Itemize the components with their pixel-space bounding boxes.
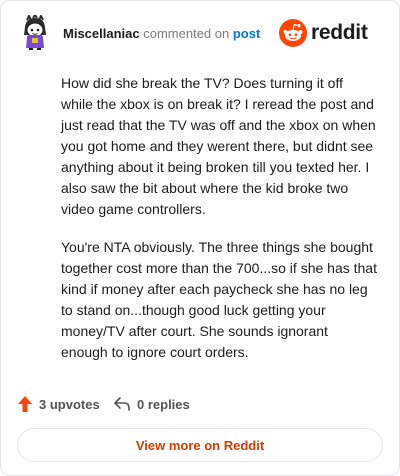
snoo-avatar-icon xyxy=(24,13,46,50)
username-link[interactable]: Miscellaniac xyxy=(63,26,140,41)
upvotes-count: 3 upvotes xyxy=(39,396,100,412)
comment-footer: 3 upvotes 0 replies xyxy=(17,393,383,415)
reddit-logo[interactable]: reddit xyxy=(279,19,383,47)
comment-body: How did she break the TV? Does turning i… xyxy=(61,73,377,380)
commented-on-text: commented on xyxy=(143,26,230,41)
comment-paragraph: You're NTA obviously. The three things s… xyxy=(61,239,377,360)
upvotes-stat[interactable]: 3 upvotes xyxy=(17,393,100,415)
comment-paragraph: How did she break the TV? Does turning i… xyxy=(61,75,376,217)
comment-embed-card: Miscellaniac commented on post reddit Ho… xyxy=(0,0,400,476)
reddit-snoo-icon xyxy=(279,19,307,47)
comment-byline: Miscellaniac commented on post xyxy=(63,26,260,42)
replies-stat[interactable]: 0 replies xyxy=(113,393,190,415)
comment-header: Miscellaniac commented on post reddit xyxy=(17,13,383,53)
upvote-arrow-icon xyxy=(18,396,32,412)
reply-arrow-icon xyxy=(114,397,130,411)
user-avatar[interactable] xyxy=(17,13,53,51)
reddit-wordmark: reddit xyxy=(311,21,368,44)
replies-count: 0 replies xyxy=(137,396,190,412)
view-more-button[interactable]: View more on Reddit xyxy=(17,428,383,462)
post-link[interactable]: post xyxy=(233,26,260,41)
